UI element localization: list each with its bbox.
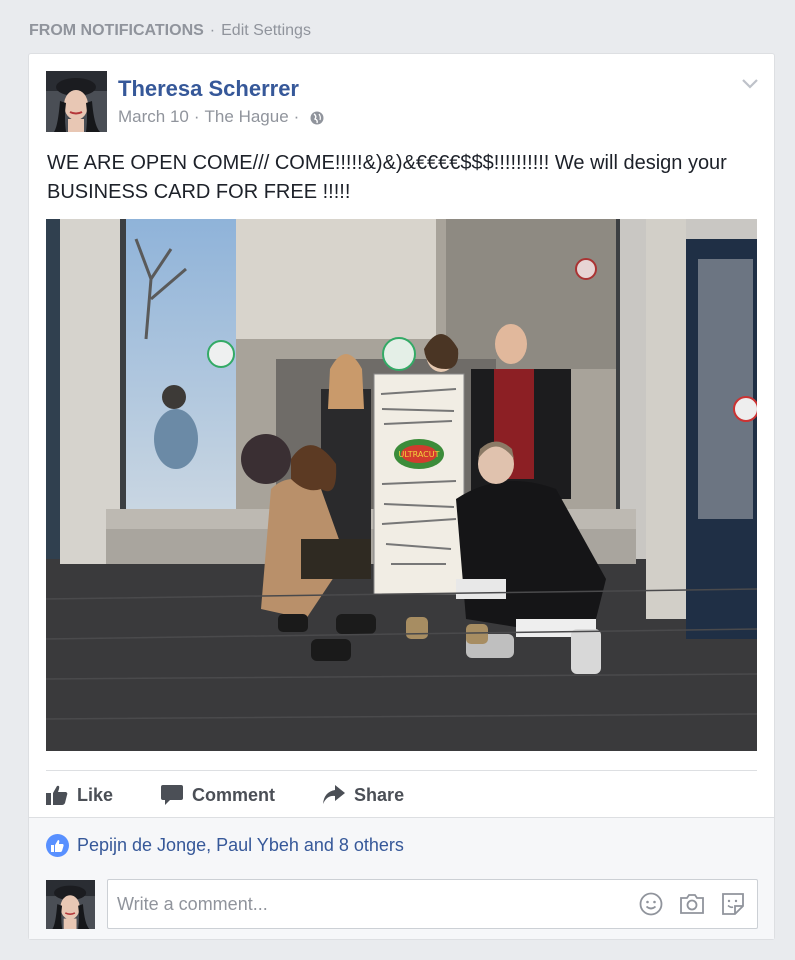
commenter-avatar bbox=[46, 880, 95, 929]
post-meta: March 10 · The Hague · bbox=[118, 107, 324, 127]
post-card: Theresa Scherrer March 10 · The Hague · … bbox=[28, 53, 775, 940]
svg-text:ULTRACUT: ULTRACUT bbox=[399, 450, 440, 459]
likes-text: Pepijn de Jonge, Paul Ybeh and 8 others bbox=[77, 835, 404, 855]
camera-icon[interactable] bbox=[679, 893, 705, 915]
reactions-section: Pepijn de Jonge, Paul Ybeh and 8 others bbox=[29, 817, 774, 939]
comment-button[interactable]: Comment bbox=[161, 785, 275, 806]
share-arrow-icon bbox=[323, 785, 346, 804]
like-button[interactable]: Like bbox=[46, 785, 113, 806]
post-text: WE ARE OPEN COME/// COME!!!!!&)&)&€€€€$$… bbox=[47, 152, 727, 203]
comment-box bbox=[107, 879, 758, 929]
post-actions: Like Comment Share bbox=[46, 781, 452, 809]
notification-header: FROM NOTIFICATIONS · Edit Settings bbox=[29, 22, 311, 40]
post-location[interactable]: The Hague bbox=[205, 107, 289, 127]
author-avatar[interactable] bbox=[46, 71, 107, 132]
share-button[interactable]: Share bbox=[323, 785, 404, 806]
share-label: Share bbox=[354, 784, 405, 805]
actions-divider bbox=[46, 770, 757, 771]
notification-source: FROM NOTIFICATIONS bbox=[29, 22, 204, 39]
post-date[interactable]: March 10 bbox=[118, 107, 189, 127]
like-badge-icon bbox=[46, 834, 69, 857]
sticker-icon[interactable] bbox=[721, 892, 745, 916]
comment-input[interactable] bbox=[108, 880, 623, 928]
chevron-down-icon[interactable] bbox=[742, 76, 758, 89]
meta-dot: · bbox=[193, 107, 200, 126]
like-label: Like bbox=[77, 784, 114, 805]
comment-bubble-icon bbox=[161, 785, 184, 805]
likes-summary[interactable]: Pepijn de Jonge, Paul Ybeh and 8 others bbox=[46, 834, 404, 857]
globe-icon[interactable] bbox=[310, 110, 324, 125]
thumbs-up-icon bbox=[46, 785, 68, 805]
comment-label: Comment bbox=[192, 784, 276, 805]
edit-settings-link[interactable]: Edit Settings bbox=[221, 22, 311, 39]
separator: · bbox=[209, 22, 216, 39]
author-name[interactable]: Theresa Scherrer bbox=[118, 76, 299, 102]
post-photo[interactable]: ULTRACUT bbox=[46, 219, 757, 751]
meta-dot: · bbox=[293, 107, 300, 126]
emoji-icon[interactable] bbox=[639, 892, 663, 916]
